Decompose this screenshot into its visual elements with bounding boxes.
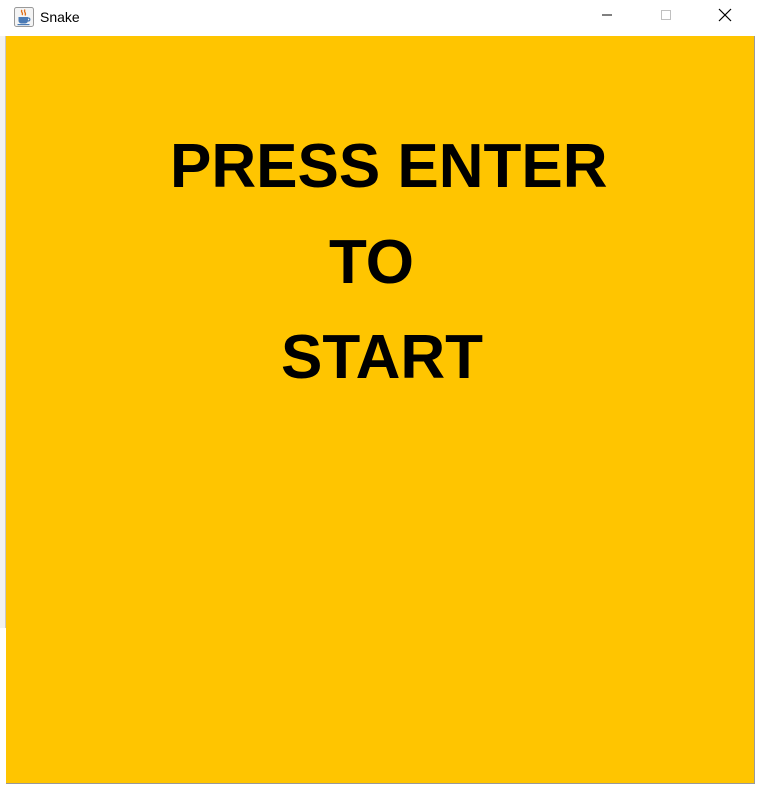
- minimize-icon: [601, 8, 613, 26]
- window-title: Snake: [40, 9, 80, 25]
- close-icon: [718, 8, 732, 27]
- start-message-line-3: START: [281, 323, 484, 392]
- maximize-button[interactable]: [643, 0, 689, 34]
- start-message-line-2: TO: [329, 228, 414, 297]
- close-button[interactable]: [702, 0, 748, 34]
- minimize-button[interactable]: [584, 0, 630, 34]
- title-bar[interactable]: Snake: [0, 0, 757, 36]
- java-cup-icon: [14, 7, 34, 27]
- app-window: Snake PRESS ENTER TO START: [0, 0, 757, 789]
- start-message-line-1: PRESS ENTER: [170, 132, 608, 201]
- maximize-icon: [660, 8, 672, 26]
